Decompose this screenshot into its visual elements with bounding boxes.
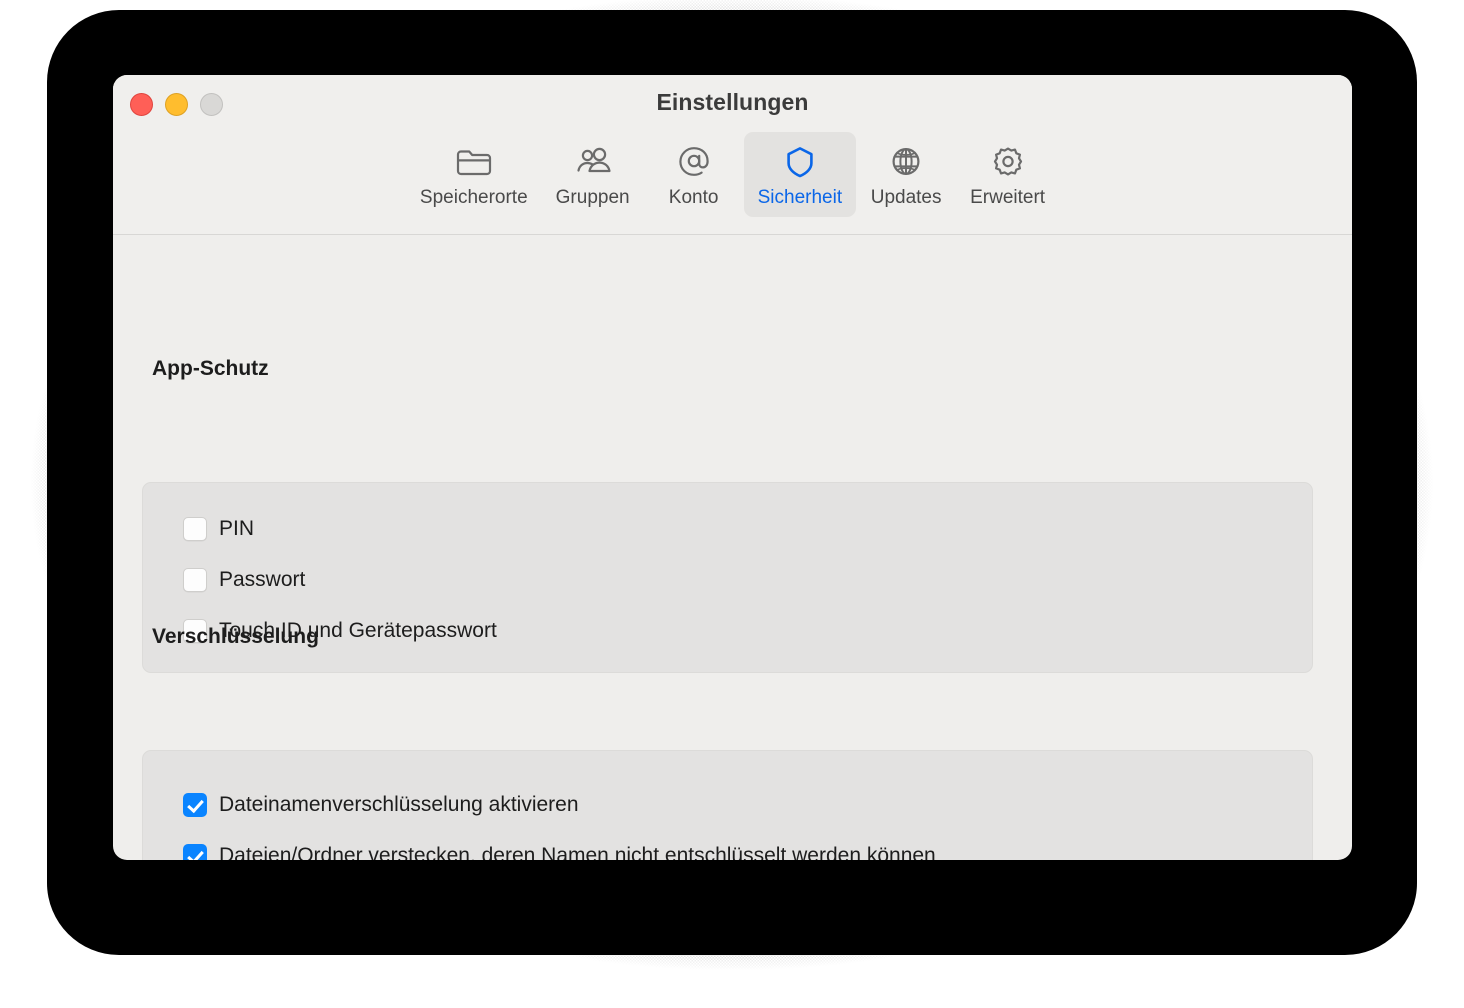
shield-icon [780, 142, 820, 182]
globe-icon [886, 142, 926, 182]
at-sign-icon [674, 142, 714, 182]
tab-konto[interactable]: Konto [644, 132, 744, 217]
window-titlebar: Einstellungen Speicherorte Gruppen Konto… [113, 75, 1352, 235]
section-title-verschluesselung: Verschlüsselung [152, 625, 319, 648]
row-dateinamenverschluesselung[interactable]: Dateinamenverschlüsselung aktivieren [183, 793, 579, 817]
tab-label: Updates [870, 187, 942, 208]
tab-erweitert[interactable]: Erweitert [956, 132, 1059, 217]
checkbox-pin[interactable] [183, 517, 207, 541]
tab-label: Gruppen [555, 187, 630, 208]
tab-gruppen[interactable]: Gruppen [542, 132, 644, 217]
tab-updates[interactable]: Updates [856, 132, 956, 217]
row-label: Dateinamenverschlüsselung aktivieren [219, 793, 579, 816]
settings-toolbar: Speicherorte Gruppen Konto Sicherheit Up… [113, 132, 1352, 217]
checkbox-dateien-ordner-verstecken[interactable] [183, 844, 207, 860]
row-pin[interactable]: PIN [183, 517, 254, 541]
row-passwort[interactable]: Passwort [183, 568, 305, 592]
row-label: Dateien/Ordner verstecken, deren Namen n… [219, 844, 936, 860]
section-title-app-schutz: App-Schutz [152, 357, 269, 380]
window-title: Einstellungen [656, 89, 809, 115]
settings-window: Einstellungen Speicherorte Gruppen Konto… [113, 75, 1352, 860]
row-dateien-ordner-verstecken[interactable]: Dateien/Ordner verstecken, deren Namen n… [183, 844, 936, 860]
people-icon [573, 142, 613, 182]
tab-speicherorte[interactable]: Speicherorte [406, 132, 542, 217]
row-label: PIN [219, 517, 255, 540]
row-label: Passwort [219, 568, 306, 591]
tab-label: Erweitert [970, 187, 1046, 208]
checkbox-dateinamenverschluesselung[interactable] [183, 793, 207, 817]
tab-label: Konto [668, 187, 719, 208]
folder-icon [454, 142, 494, 182]
tab-label: Speicherorte [419, 187, 528, 208]
tab-label: Sicherheit [757, 187, 843, 208]
tab-sicherheit[interactable]: Sicherheit [743, 132, 857, 217]
checkbox-passwort[interactable] [183, 568, 207, 592]
gear-icon [988, 142, 1028, 182]
